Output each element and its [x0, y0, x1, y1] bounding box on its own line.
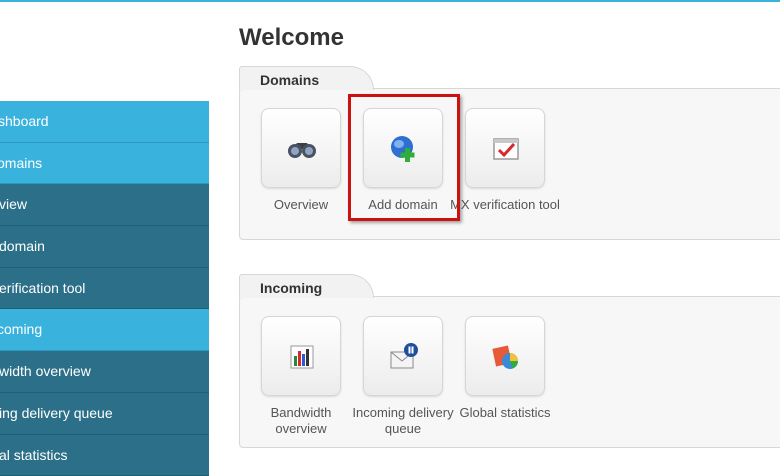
sidebar-item-overview[interactable]: view [0, 184, 209, 226]
sidebar-item-bandwidth-overview[interactable]: width overview [0, 351, 209, 393]
sidebar-item-label: ing delivery queue [0, 393, 113, 434]
pie-chart-icon [491, 342, 521, 372]
mail-queue-icon [389, 342, 419, 372]
sidebar-item-label: domain [0, 226, 45, 267]
binoculars-icon [287, 134, 317, 164]
sidebar-item-label: shboard [0, 101, 49, 142]
mx-verification-tool-tile[interactable] [465, 108, 545, 188]
sidebar-item-add-domain[interactable]: domain [0, 226, 209, 268]
sidebar-item-incoming[interactable]: coming [0, 309, 209, 351]
bar-chart-icon [287, 342, 317, 372]
sidebar-item-label: width overview [0, 351, 91, 392]
incoming-delivery-queue-label: Incoming delivery queue [348, 405, 458, 437]
mx-verification-tool-label: MX verification tool [450, 197, 560, 213]
sidebar-item-mx-verification-tool[interactable]: erification tool [0, 268, 209, 310]
bandwidth-overview-label: Bandwidth overview [246, 405, 356, 437]
sidebar-item-label: omains [0, 143, 42, 184]
sidebar-item-dashboard[interactable]: shboard [0, 101, 209, 143]
sidebar-item-label: al statistics [0, 435, 67, 476]
overview-tile[interactable] [261, 108, 341, 188]
highlight-box [348, 94, 460, 221]
sidebar-item-domains[interactable]: omains [0, 143, 209, 185]
domains-panel-heading: Domains [239, 66, 374, 90]
incoming-panel: Incoming Bandwidth overview Incoming del… [239, 296, 780, 448]
overview-label: Overview [246, 197, 356, 213]
sidebar-item-label: view [0, 184, 27, 225]
global-statistics-label: Global statistics [450, 405, 560, 421]
sidebar-item-label: erification tool [0, 268, 85, 309]
top-accent-line [0, 0, 780, 2]
sidebar-item-incoming-delivery-queue[interactable]: ing delivery queue [0, 393, 209, 435]
incoming-delivery-queue-tile[interactable] [363, 316, 443, 396]
global-statistics-tile[interactable] [465, 316, 545, 396]
page-title: Welcome [239, 24, 344, 52]
incoming-panel-heading: Incoming [239, 274, 374, 298]
sidebar: shboard omains view domain erification t… [0, 101, 209, 476]
bandwidth-overview-tile[interactable] [261, 316, 341, 396]
checklist-icon [491, 134, 521, 164]
sidebar-item-global-statistics[interactable]: al statistics [0, 435, 209, 476]
domains-panel: Domains Overview Add domain MX verificat… [239, 88, 780, 240]
sidebar-item-label: coming [0, 309, 42, 350]
